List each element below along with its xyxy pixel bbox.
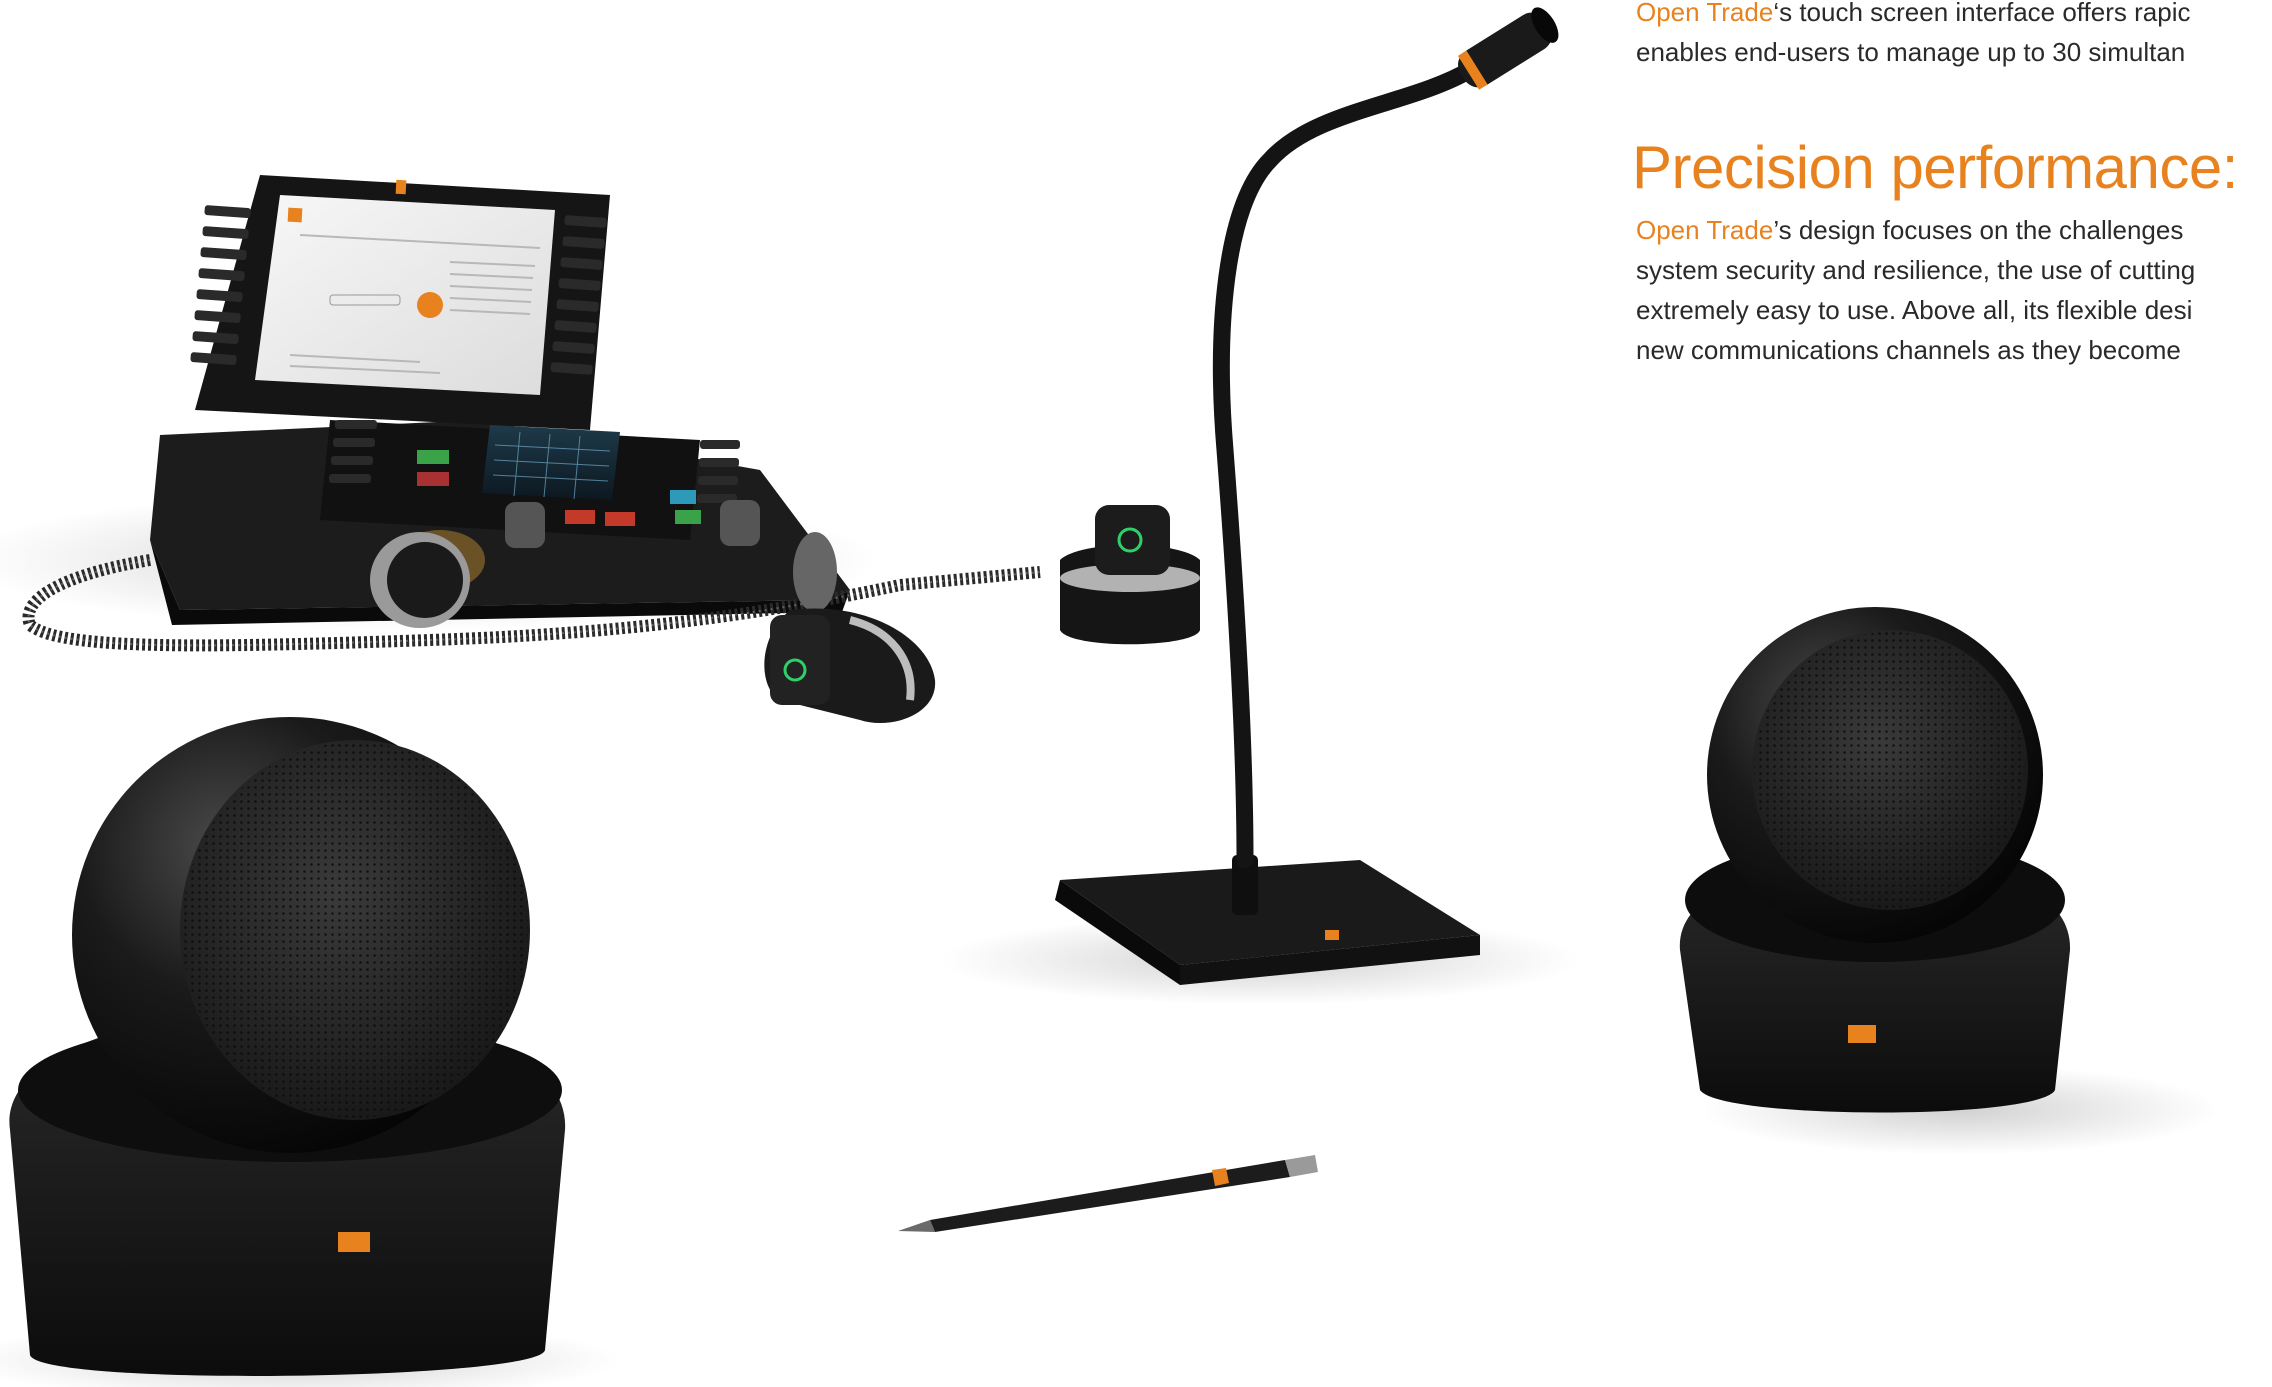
gooseneck-microphone	[1055, 7, 1559, 985]
section-heading: Precision performance:	[1632, 134, 2238, 201]
trading-turret	[22, 175, 1200, 724]
intro-line-2: enables end-users to manage up to 30 sim…	[1636, 37, 2186, 67]
body-line-3: extremely easy to use. Above all, its fl…	[1636, 295, 2193, 325]
speaker-left	[9, 717, 566, 1376]
intro-line-1-text: ‘s touch screen interface offers rapic	[1773, 0, 2191, 27]
body-line-2: system security and resilience, the use …	[1636, 255, 2196, 285]
brand-name: Open Trade	[1636, 0, 1774, 27]
brand-name: Open Trade	[1636, 215, 1774, 245]
body-line-1: Open Trade’s design focuses on the chall…	[1636, 210, 2195, 250]
body-paragraph: Open Trade’s design focuses on the chall…	[1636, 210, 2195, 370]
product-scene	[0, 7, 2220, 1387]
body-line-1-text: ’s design focuses on the challenges	[1773, 215, 2184, 245]
speaker-right	[1679, 607, 2071, 1113]
intro-paragraph: Open Trade‘s touch screen interface offe…	[1636, 0, 2190, 72]
stylus-pen	[898, 1155, 1318, 1232]
body-line-4: new communications channels as they beco…	[1636, 335, 2181, 365]
intro-line-1: Open Trade‘s touch screen interface offe…	[1636, 0, 2190, 32]
